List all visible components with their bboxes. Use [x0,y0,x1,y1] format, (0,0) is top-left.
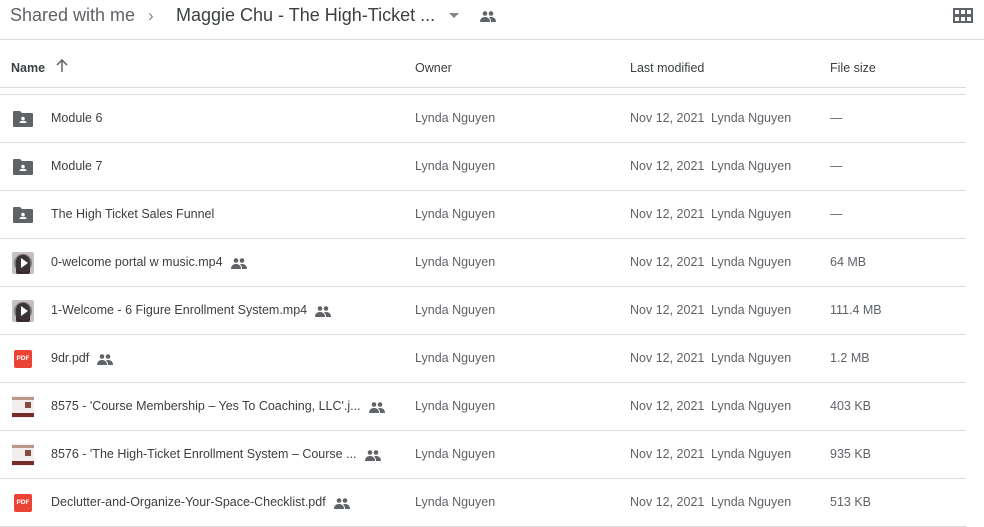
image-thumbnail-icon [12,444,34,466]
file-name[interactable]: 8575 - 'Course Membership – Yes To Coach… [51,399,361,413]
file-row[interactable]: 8576 - 'The High-Ticket Enrollment Syste… [0,431,966,479]
video-thumbnail-icon [12,300,34,322]
grid-view-icon[interactable] [953,8,973,28]
pdf-icon: PDF [12,348,34,370]
column-header-name[interactable]: Name [11,61,45,75]
column-header-last-modified[interactable]: Last modified [630,61,704,75]
breadcrumb-shared-with-me[interactable]: Shared with me [10,5,135,26]
file-name[interactable]: The High Ticket Sales Funnel [51,207,214,221]
people-icon [230,256,247,274]
file-name[interactable]: 0-welcome portal w music.mp4 [51,255,223,269]
shared-folder-icon [12,204,34,226]
last-modified-date: Nov 12, 2021 [630,207,705,221]
owner-name: Lynda Nguyen [415,303,496,317]
file-row[interactable]: Module 6 Lynda Nguyen Nov 12, 2021 Lynda Ng… [0,95,966,143]
last-modified-by: Lynda Nguyen [711,495,792,509]
last-modified-date: Nov 12, 2021 [630,255,705,269]
file-name[interactable]: 9dr.pdf [51,351,89,365]
owner-name: Lynda Nguyen [415,207,496,221]
last-modified-date: Nov 12, 2021 [630,303,705,317]
file-size: 403 KB [830,399,872,413]
file-size: 64 MB [830,255,867,269]
owner-name: Lynda Nguyen [415,399,496,413]
file-name[interactable]: 1-Welcome - 6 Figure Enrollment System.m… [51,303,307,317]
owner-name: Lynda Nguyen [415,111,496,125]
file-name[interactable]: Declutter-and-Organize-Your-Space-Checkl… [51,495,326,509]
breadcrumb-current-folder[interactable]: Maggie Chu - The High-Ticket ... [176,5,435,26]
file-size: 513 KB [830,495,872,509]
file-row[interactable]: PDF 9dr.pdf Lynda Nguyen Nov 12, 2021 Lynda … [0,335,966,383]
last-modified-by: Lynda Nguyen [711,447,792,461]
sort-ascending-arrow-icon[interactable] [56,58,68,78]
file-size: — [830,207,843,221]
people-icon [315,304,332,322]
people-icon [333,496,350,514]
file-size: 935 KB [830,447,872,461]
last-modified-date: Nov 12, 2021 [630,159,705,173]
file-row[interactable]: PDF Declutter-and-Organize-Your-Space-Che… [0,479,966,527]
last-modified-by: Lynda Nguyen [711,207,792,221]
last-modified-by: Lynda Nguyen [711,399,792,413]
people-icon [368,400,385,418]
owner-name: Lynda Nguyen [415,159,496,173]
owner-name: Lynda Nguyen [415,447,496,461]
last-modified-by: Lynda Nguyen [711,255,792,269]
file-name[interactable]: 8576 - 'The High-Ticket Enrollment Syste… [51,447,357,461]
file-row[interactable]: Module 7 Lynda Nguyen Nov 12, 2021 Lynda Ng… [0,143,966,191]
shared-folder-icon [12,108,34,130]
file-row[interactable]: 0-welcome portal w music.mp4 Lynda Nguyen… [0,239,966,287]
last-modified-date: Nov 12, 2021 [630,351,705,365]
file-name[interactable]: Module 6 [51,111,102,125]
top-bar: Shared with me › Maggie Chu - The High-T… [0,0,984,40]
column-header-owner[interactable]: Owner [415,61,452,75]
file-size: — [830,111,843,125]
pdf-icon: PDF [12,492,34,514]
file-size: — [830,159,843,173]
last-modified-date: Nov 12, 2021 [630,399,705,413]
last-modified-by: Lynda Nguyen [711,351,792,365]
people-icon[interactable] [480,9,496,27]
people-icon [364,448,381,466]
last-modified-by: Lynda Nguyen [711,111,792,125]
owner-name: Lynda Nguyen [415,351,496,365]
last-modified-by: Lynda Nguyen [711,159,792,173]
column-header-row: Name Owner Last modified File size [0,45,966,88]
file-row[interactable]: 8575 - 'Course Membership – Yes To Coach… [0,383,966,431]
breadcrumb-separator-icon: › [148,6,154,25]
shared-folder-icon [12,156,34,178]
owner-name: Lynda Nguyen [415,495,496,509]
file-row[interactable]: The High Ticket Sales Funnel Lynda Nguyen… [0,191,966,239]
video-thumbnail-icon [12,252,34,274]
people-icon [97,352,114,370]
file-row[interactable]: 1-Welcome - 6 Figure Enrollment System.m… [0,287,966,335]
owner-name: Lynda Nguyen [415,255,496,269]
image-thumbnail-icon [12,396,34,418]
last-modified-date: Nov 12, 2021 [630,495,705,509]
file-size: 111.4 MB [830,303,882,317]
file-size: 1.2 MB [830,351,870,365]
file-name[interactable]: Module 7 [51,159,102,173]
last-modified-date: Nov 12, 2021 [630,111,705,125]
column-header-file-size[interactable]: File size [830,61,876,75]
last-modified-by: Lynda Nguyen [711,303,792,317]
last-modified-date: Nov 12, 2021 [630,447,705,461]
caret-down-icon[interactable] [449,13,459,18]
